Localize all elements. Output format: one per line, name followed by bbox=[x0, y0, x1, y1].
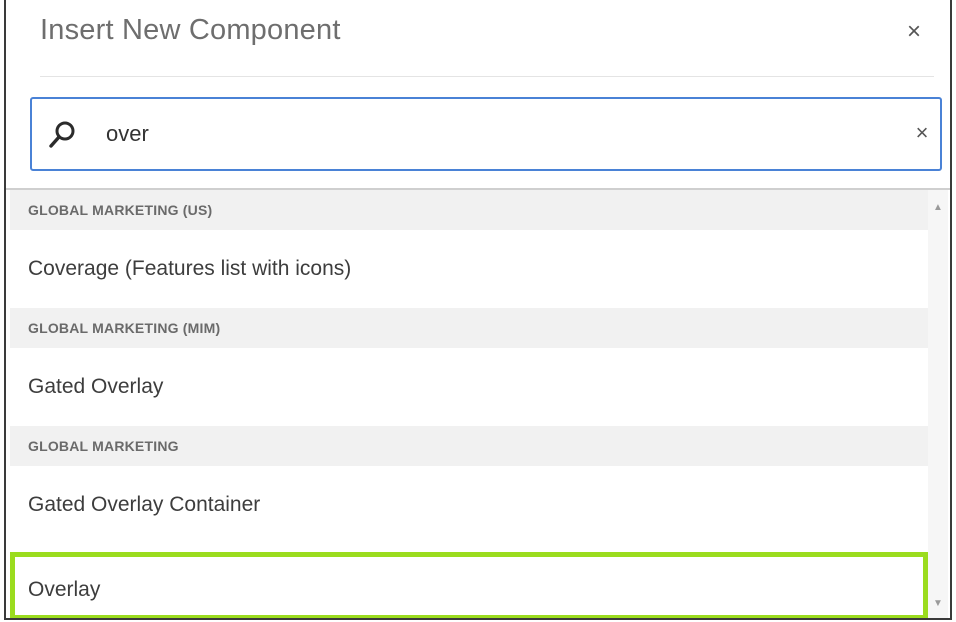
search-icon bbox=[49, 121, 75, 148]
results-scrollbar[interactable]: ▲ ▼ bbox=[928, 190, 948, 618]
result-item-gated-overlay-container[interactable]: Gated Overlay Container bbox=[10, 466, 928, 544]
close-icon[interactable]: × bbox=[900, 18, 928, 46]
scroll-up-icon[interactable]: ▲ bbox=[928, 198, 948, 218]
search-box[interactable]: × bbox=[30, 97, 942, 171]
results-list: GLOBAL MARKETING (US) Coverage (Features… bbox=[10, 190, 928, 618]
clear-search-icon[interactable]: × bbox=[910, 121, 934, 145]
group-header-global-marketing-us: GLOBAL MARKETING (US) bbox=[10, 190, 928, 230]
result-item-overlay[interactable]: Overlay bbox=[10, 552, 928, 618]
header-divider bbox=[40, 76, 934, 77]
dialog-title: Insert New Component bbox=[40, 14, 341, 46]
group-header-global-marketing: GLOBAL MARKETING bbox=[10, 426, 928, 466]
insert-component-dialog: Insert New Component × × GLOBAL MARKETIN… bbox=[4, 0, 952, 620]
scroll-down-icon[interactable]: ▼ bbox=[928, 594, 948, 614]
dialog-header: Insert New Component × bbox=[6, 0, 950, 78]
result-item-coverage[interactable]: Coverage (Features list with icons) bbox=[10, 230, 928, 308]
group-header-global-marketing-mim: GLOBAL MARKETING (MIM) bbox=[10, 308, 928, 348]
search-input[interactable] bbox=[106, 113, 866, 155]
result-item-gated-overlay[interactable]: Gated Overlay bbox=[10, 348, 928, 426]
